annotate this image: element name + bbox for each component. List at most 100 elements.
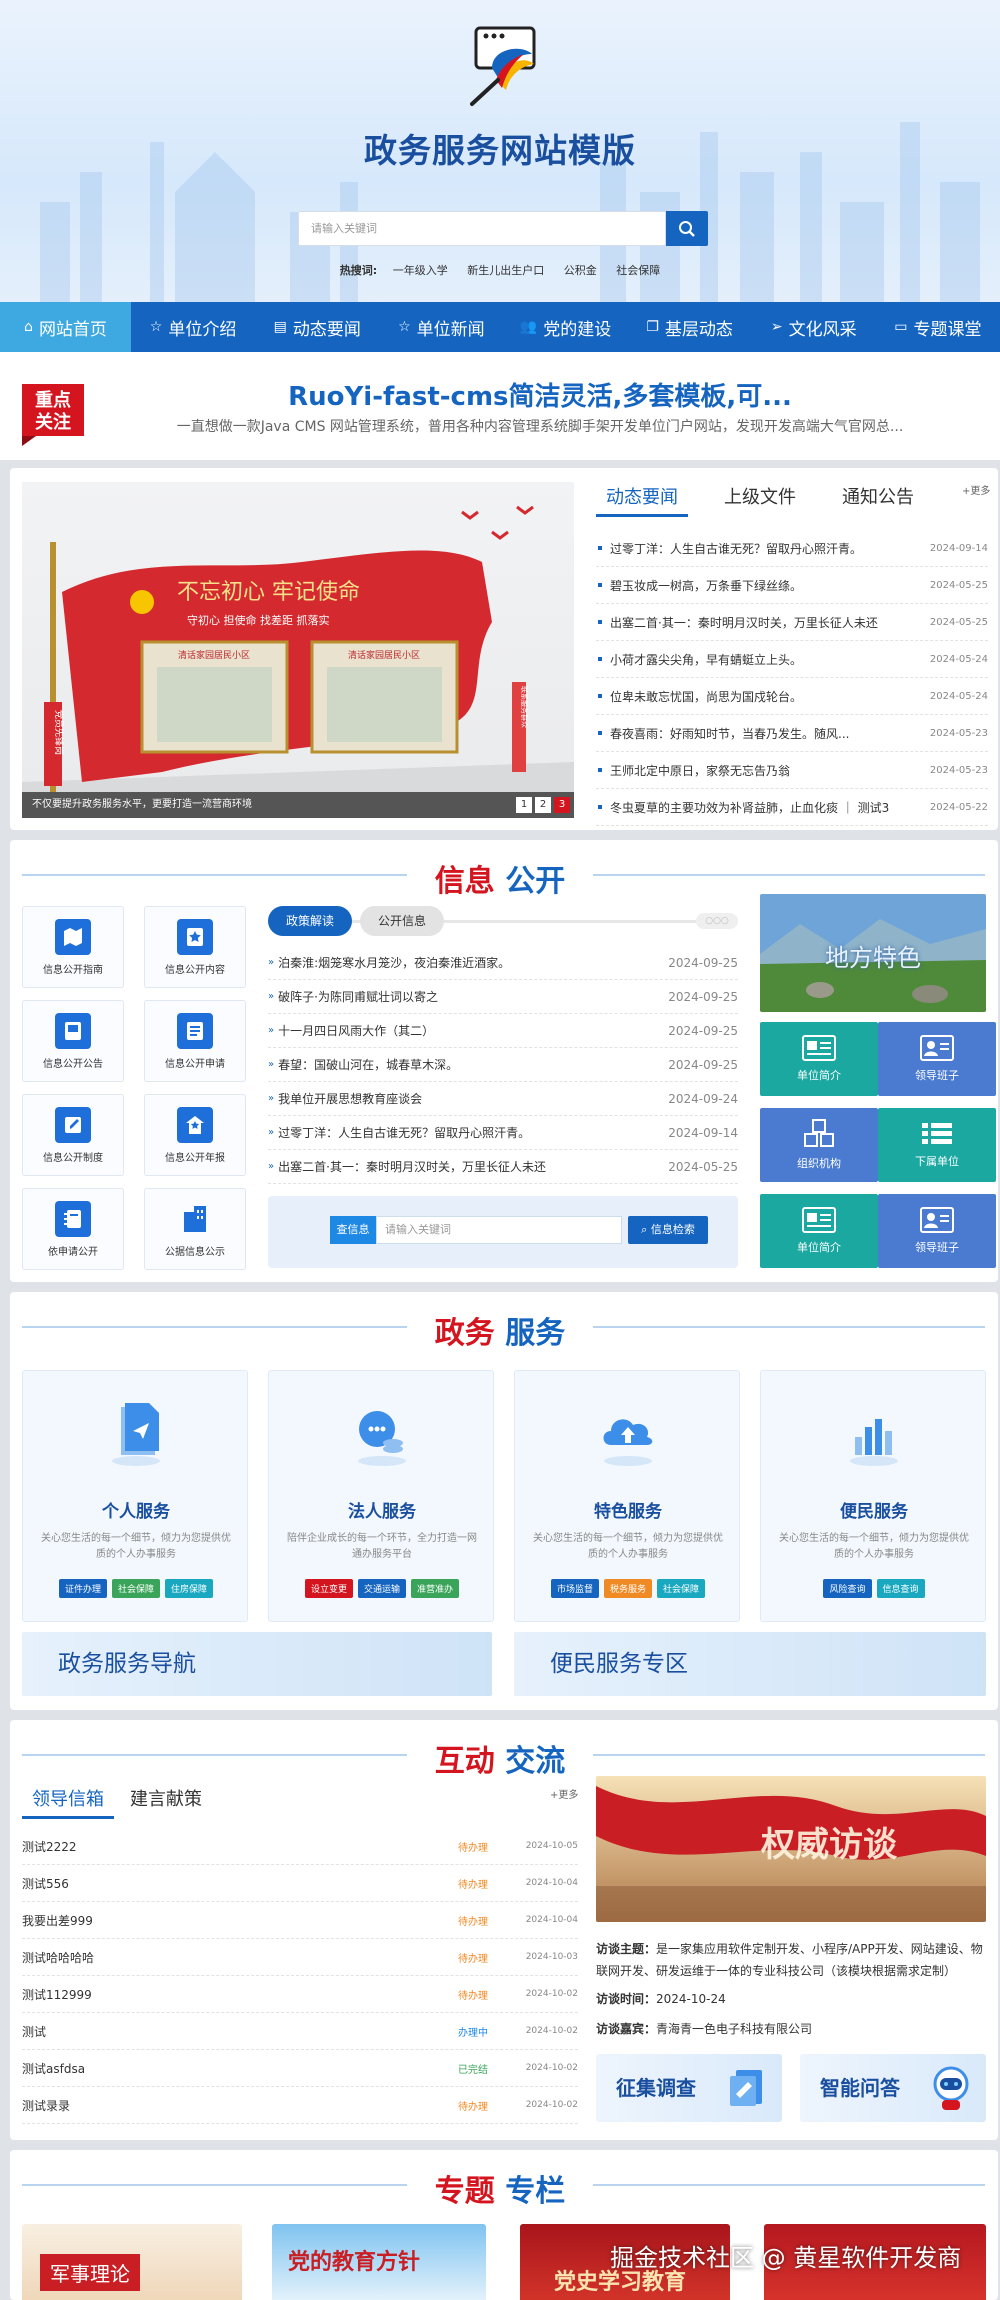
news-row[interactable]: 王师北定中原日，家祭无忘告乃翁 2024-05-23 (596, 752, 988, 789)
service-tag[interactable]: 风险查询 (823, 1579, 872, 1598)
mailbox-row[interactable]: 测试556 待办理 2024-10-04 (22, 1865, 578, 1902)
mailbox-row[interactable]: 测试2222 待办理 2024-10-05 (22, 1828, 578, 1865)
hot-word-link[interactable]: 公积金 (564, 264, 597, 277)
news-row[interactable]: 春夜喜雨：好雨知时节，当春乃发生。随风... 2024-05-23 (596, 715, 988, 752)
tile-info-guide[interactable]: 信息公开指南 (22, 906, 124, 988)
policy-row[interactable]: » 十一月四日风雨大作（其二） 2024-09-25 (268, 1014, 738, 1048)
service-tag[interactable]: 社会保障 (111, 1579, 160, 1598)
tile-info-annual[interactable]: 信息公开年报 (144, 1094, 246, 1176)
carousel-banner-text: 不忘初心 牢记使命 (177, 580, 360, 605)
news-row[interactable]: 位卑未敢忘忧国，尚思为国戍轮台。 2024-05-24 (596, 678, 988, 715)
carousel-page-1[interactable]: 1 (516, 797, 532, 813)
square-leadership-2[interactable]: 领导班子 (878, 1194, 996, 1268)
tile-info-system[interactable]: 信息公开制度 (22, 1094, 124, 1176)
square-leadership[interactable]: 领导班子 (878, 1022, 996, 1096)
info-search-button[interactable]: ⌕ 信息检索 (628, 1216, 708, 1244)
more-dots[interactable]: ○○○ (696, 913, 738, 929)
square-subordinate[interactable]: 下属单位 (878, 1108, 996, 1182)
focus-title-link[interactable]: RuoYi-fast-cms简洁灵活,多套模板,可... (120, 376, 960, 413)
service-tag[interactable]: 交通运输 (357, 1579, 406, 1598)
site-title: 政务服务网站模版 (364, 131, 636, 170)
news-more-link[interactable]: +更多 (962, 482, 990, 497)
hot-word-link[interactable]: 一年级入学 (393, 264, 448, 277)
nav-item-topics[interactable]: ▭ 专题课堂 (876, 302, 1000, 352)
tile-apply-open[interactable]: 依申请公开 (22, 1188, 124, 1270)
square-unit-intro[interactable]: 单位简介 (760, 1022, 878, 1096)
tab-superior-docs[interactable]: 上级文件 (714, 478, 806, 517)
tile-public-data[interactable]: 公据信息公示 (144, 1188, 246, 1270)
search-input[interactable]: 请输入关键词 (298, 211, 666, 246)
mailbox-date: 2024-10-04 (525, 1915, 578, 1925)
tab-public-info[interactable]: 公开信息 (360, 906, 445, 936)
tab-leader-mailbox[interactable]: 领导信箱 (22, 1780, 114, 1819)
copy-icon: ❐ (646, 319, 659, 335)
policy-row[interactable]: » 出塞二首·其一：秦时明月汉时关，万里长征人未还 2024-05-25 (268, 1150, 738, 1184)
topic-card-military[interactable]: 军事理论 (22, 2224, 242, 2300)
smart-qa-button[interactable]: 智能问答 (800, 2054, 986, 2122)
service-tag[interactable]: 设立变更 (304, 1579, 353, 1598)
survey-button[interactable]: 征集调查 (596, 2054, 782, 2122)
mailbox-row[interactable]: 测试asfdsa 已完结 2024-10-02 (22, 2050, 578, 2087)
tile-info-notice[interactable]: 信息公开公告 (22, 1000, 124, 1082)
service-tag[interactable]: 证件办理 (58, 1579, 107, 1598)
service-tag[interactable]: 市场监督 (550, 1579, 599, 1598)
convenience-zone-link[interactable]: 便民服务专区 (514, 1632, 986, 1696)
topic-card-education[interactable]: 党的教育方针 (272, 2224, 486, 2300)
nav-item-about[interactable]: ☆ 单位介绍 (131, 302, 255, 352)
search-button[interactable] (666, 211, 708, 246)
news-row[interactable]: 冬虫夏草的主要功效为补肾益肺，止血化痰 ｜ 测试3 2024-05-22 (596, 789, 988, 826)
tile-info-apply[interactable]: 信息公开申请 (144, 1000, 246, 1082)
policy-row[interactable]: » 破阵子·为陈同甫赋壮词以寄之 2024-09-25 (268, 980, 738, 1014)
mailbox-row[interactable]: 测试 办理中 2024-10-02 (22, 2013, 578, 2050)
interview-topic: 访谈主题：是一家集应用软件定制开发、小程序/APP开发、网站建设、物联网开发、研… (596, 1938, 986, 1982)
policy-row[interactable]: » 泊秦淮:烟笼寒水月笼沙，夜泊秦淮近酒家。 2024-09-25 (268, 946, 738, 980)
policy-row[interactable]: » 我单位开展思想教育座谈会 2024-09-24 (268, 1082, 738, 1116)
square-organization[interactable]: 组织机构 (760, 1108, 878, 1182)
square-unit-intro-2[interactable]: 单位简介 (760, 1194, 878, 1268)
mailbox-date: 2024-10-02 (525, 2026, 578, 2036)
tab-suggestions[interactable]: 建言献策 (120, 1780, 212, 1819)
policy-row[interactable]: » 过零丁洋：人生自古谁无死？留取丹心照汗青。 2024-09-14 (268, 1116, 738, 1150)
nav-item-grassroots[interactable]: ❐ 基层动态 (628, 302, 752, 352)
carousel-page-3[interactable]: 3 (554, 797, 570, 813)
tab-news[interactable]: 动态要闻 (596, 478, 688, 517)
info-search-input[interactable]: 请输入关键词 (376, 1216, 622, 1244)
local-feature-card[interactable]: 地方特色 (760, 894, 986, 1012)
mailbox-row[interactable]: 测试录录 待办理 2024-10-02 (22, 2087, 578, 2124)
hot-word-link[interactable]: 新生儿出生户口 (467, 264, 544, 277)
nav-item-news[interactable]: ▤ 动态要闻 (255, 302, 379, 352)
service-card-featured[interactable]: 特色服务 关心您生活的每一个细节，倾力为您提供优质的个人办事服务 市场监督 税务… (514, 1370, 740, 1622)
carousel-page-2[interactable]: 2 (535, 797, 551, 813)
service-tag[interactable]: 社会保障 (657, 1579, 706, 1598)
nav-item-unit-news[interactable]: ☆ 单位新闻 (379, 302, 503, 352)
gov-service-nav-link[interactable]: 政务服务导航 (22, 1632, 492, 1696)
service-tag[interactable]: 税务服务 (603, 1579, 652, 1598)
tile-label: 信息公开内容 (165, 964, 225, 976)
news-row[interactable]: 碧玉妆成一树高，万条垂下绿丝绦。 2024-05-25 (596, 567, 988, 604)
tab-notices[interactable]: 通知公告 (832, 478, 924, 517)
news-row[interactable]: 出塞二首·其一：秦时明月汉时关，万里长征人未还 2024-05-25 (596, 604, 988, 641)
nav-item-culture[interactable]: ➢ 文化风采 (752, 302, 876, 352)
service-card-convenience[interactable]: 便民服务 关心您生活的每一个细节，倾力为您提供优质的个人办事服务 风险查询 信息… (760, 1370, 986, 1622)
mailbox-row[interactable]: 测试哈哈哈哈 待办理 2024-10-03 (22, 1939, 578, 1976)
mailbox-row[interactable]: 我要出差999 待办理 2024-10-04 (22, 1902, 578, 1939)
service-card-personal[interactable]: 个人服务 关心您生活的每一个细节，倾力为您提供优质的个人办事服务 证件办理 社会… (22, 1370, 248, 1622)
news-row[interactable]: 小荷才露尖尖角，早有蜻蜓立上头。 2024-05-24 (596, 641, 988, 678)
cubes-icon (804, 1119, 834, 1147)
service-tag[interactable]: 信息查询 (876, 1579, 925, 1598)
interview-banner[interactable]: 权威访谈 (596, 1776, 986, 1922)
tile-info-content[interactable]: 信息公开内容 (144, 906, 246, 988)
document-send-icon (112, 1403, 160, 1466)
news-row[interactable]: 过零丁洋：人生自古谁无死？留取丹心照汗青。 2024-09-14 (596, 530, 988, 567)
carousel-slide[interactable]: 党员先锋岗 联系服务群众 不忘初心 牢记使命 守初心 担使命 找差距 抓落实 清… (22, 482, 574, 818)
service-tag[interactable]: 住房保障 (165, 1579, 214, 1598)
mailbox-row[interactable]: 测试112999 待办理 2024-10-02 (22, 1976, 578, 2013)
service-card-legal[interactable]: 法人服务 陪伴企业成长的每一个环节，全力打造一网通办服务平台 设立变更 交通运输… (268, 1370, 494, 1622)
mailbox-more-link[interactable]: +更多 (550, 1786, 578, 1801)
nav-item-party[interactable]: 👥 党的建设 (503, 302, 627, 352)
policy-row[interactable]: » 春望：国破山河在，城春草木深。 2024-09-25 (268, 1048, 738, 1082)
tab-policy-interpretation[interactable]: 政策解读 (268, 906, 353, 936)
nav-item-home[interactable]: ⌂ 网站首页 (0, 302, 131, 352)
service-tag[interactable]: 准营准办 (411, 1579, 460, 1598)
hot-word-link[interactable]: 社会保障 (616, 264, 660, 277)
